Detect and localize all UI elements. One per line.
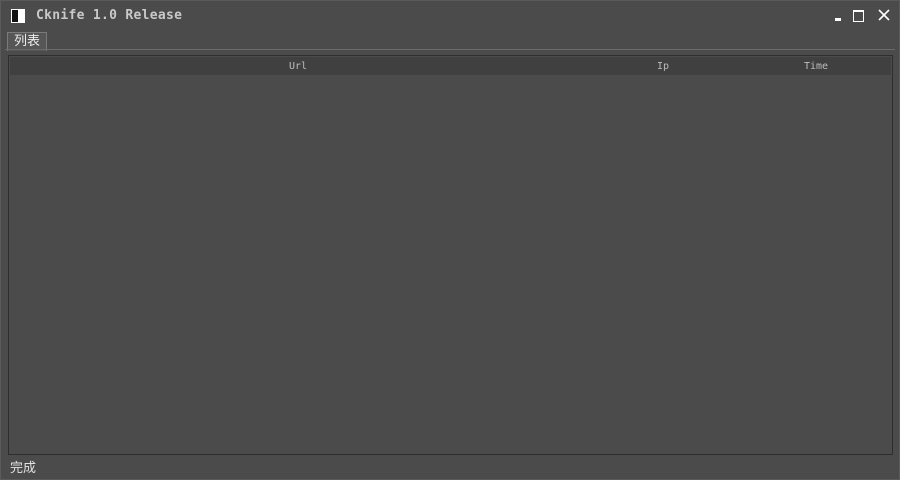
status-bar: 完成 — [1, 455, 899, 479]
title-bar[interactable]: Cknife 1.0 Release — [1, 1, 899, 31]
status-text: 完成 — [10, 461, 37, 476]
maximize-button[interactable] — [851, 7, 867, 23]
window-title: Cknife 1.0 Release — [36, 8, 183, 23]
close-icon — [878, 9, 890, 21]
column-header-time[interactable]: Time — [804, 61, 828, 72]
app-icon — [11, 9, 25, 23]
minimize-icon — [835, 18, 841, 21]
tab-divider — [5, 49, 895, 50]
app-window: Cknife 1.0 Release 列表 Url Ip Time 完成 — [0, 0, 900, 480]
minimize-button[interactable] — [831, 7, 847, 23]
column-header-ip[interactable]: Ip — [657, 61, 669, 72]
tab-strip: 列表 — [1, 31, 899, 51]
maximize-icon — [853, 10, 864, 22]
list-panel: Url Ip Time — [8, 55, 893, 455]
column-header-url[interactable]: Url — [289, 61, 307, 72]
close-button[interactable] — [877, 7, 893, 23]
table-header: Url Ip Time — [10, 57, 891, 75]
